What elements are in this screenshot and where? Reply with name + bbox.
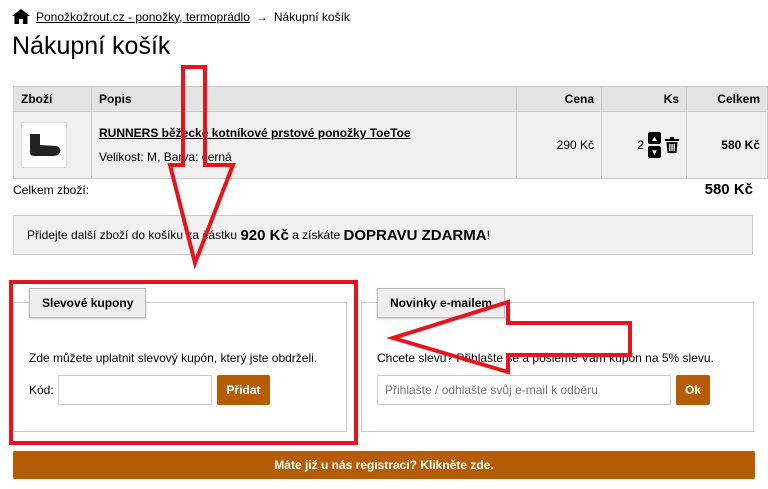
col-product: Zboží: [13, 86, 92, 112]
home-icon[interactable]: [12, 9, 30, 24]
breadcrumb-separator: →: [255, 9, 268, 24]
cart-summary: Celkem zboží: 580 Kč: [13, 181, 753, 198]
cart-table: Zboží Popis Cena Ks Celkem RUNNERS běžec…: [13, 86, 768, 179]
col-qty: Ks: [601, 86, 687, 112]
coupon-code-label: Kód:: [29, 383, 54, 397]
summary-label: Celkem zboží:: [13, 182, 90, 197]
page-title: Nákupní košík: [12, 32, 171, 60]
col-total: Celkem: [686, 86, 768, 112]
add-coupon-button[interactable]: Přidat: [217, 375, 270, 405]
coupon-code-input[interactable]: [58, 375, 212, 405]
shipping-middle: a získáte: [292, 228, 341, 242]
product-total: 580 Kč: [686, 111, 768, 179]
trash-icon[interactable]: [665, 137, 679, 153]
qty-decrease-icon[interactable]: ▼: [648, 146, 661, 158]
qty-value: 2: [637, 138, 644, 152]
breadcrumb: Ponožkožrout.cz - ponožky, termoprádlo →…: [12, 9, 350, 24]
col-price: Cena: [516, 86, 602, 112]
summary-value: 580 Kč: [704, 181, 753, 198]
product-image[interactable]: [21, 122, 67, 168]
tab-coupons[interactable]: Slevové kupony: [29, 288, 147, 318]
shipping-prefix: Přidejte další zboží do košíku za částku: [27, 228, 238, 242]
shipping-highlight: DOPRAVU ZDARMA: [343, 226, 487, 244]
free-shipping-banner: Přidejte další zboží do košíku za částku…: [13, 215, 753, 255]
product-qty-cell: 2 ▲ ▼: [601, 111, 687, 179]
product-variant: Velikost: M, Barva: černá: [99, 150, 232, 164]
newsletter-panel: [361, 302, 754, 432]
breadcrumb-current: Nákupní košík: [273, 9, 350, 24]
table-row: RUNNERS běžecké kotníkové prstové ponožk…: [13, 111, 768, 179]
sock-icon: [29, 134, 61, 156]
product-price: 290 Kč: [516, 111, 602, 179]
col-description: Popis: [91, 86, 517, 112]
shipping-suffix: !: [486, 228, 490, 242]
coupon-panel: [13, 302, 347, 432]
coupon-info: Zde můžete uplatnit slevový kupón, který…: [29, 351, 318, 365]
newsletter-email-input[interactable]: [377, 375, 671, 405]
register-bar-button[interactable]: Máte již u nás registraci? Klikněte zde.: [13, 451, 755, 479]
tab-newsletter[interactable]: Novinky e-mailem: [377, 288, 506, 318]
product-name-link[interactable]: RUNNERS běžecké kotníkové prstové ponožk…: [99, 126, 411, 140]
qty-increase-icon[interactable]: ▲: [648, 132, 661, 144]
product-thumb-cell: [13, 111, 92, 179]
newsletter-ok-button[interactable]: Ok: [676, 375, 710, 405]
shipping-amount: 920 Kč: [240, 226, 289, 244]
newsletter-info: Chcete slevu? Přihlašte se a pošleme Vám…: [377, 351, 714, 365]
breadcrumb-home-link[interactable]: Ponožkožrout.cz - ponožky, termoprádlo: [36, 10, 250, 24]
cart-header-row: Zboží Popis Cena Ks Celkem: [13, 86, 768, 112]
product-description-cell: RUNNERS běžecké kotníkové prstové ponožk…: [91, 111, 517, 179]
